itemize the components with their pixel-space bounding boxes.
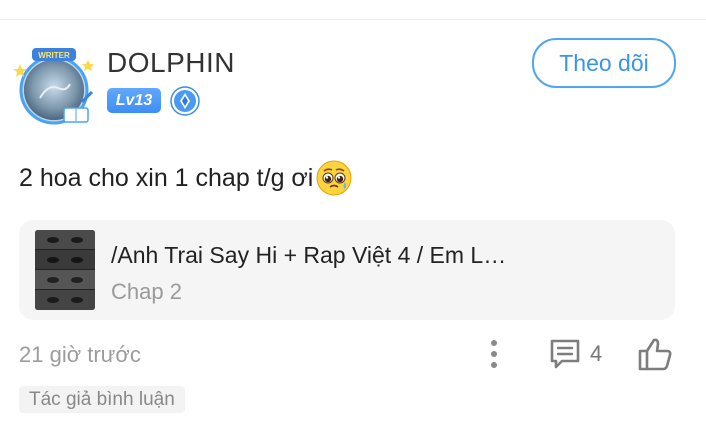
reply-count: 4 [590, 341, 603, 366]
more-vertical-icon[interactable] [480, 336, 508, 372]
chapter-card[interactable]: /Anh Trai Say Hi + Rap Việt 4 / Em L… Ch… [19, 220, 675, 320]
comment-icon [550, 339, 580, 369]
author-comment-tag: Tác giả bình luận [19, 386, 185, 413]
username[interactable]: DOLPHIN [107, 46, 235, 80]
follow-button[interactable]: Theo dõi [532, 38, 676, 88]
timestamp: 21 giờ trước [19, 342, 141, 367]
series-title: /Anh Trai Say Hi + Rap Việt 4 / Em L… [111, 242, 507, 268]
pleading-face-icon [314, 158, 354, 198]
cover-image [35, 230, 95, 310]
avatar-badge-text: WRITER [38, 51, 70, 60]
reply-button[interactable]: 4 [548, 336, 602, 372]
thumbs-up-icon[interactable] [636, 335, 674, 373]
comment-text: 2 hoa cho xin 1 chap t/g ơi [19, 164, 314, 192]
level-badge: Lv13 [107, 88, 161, 113]
comment-item: WRITER DOLPHIN Lv13 Theo dõi 2 hoa cho x… [0, 0, 706, 421]
chapter-label: Chap 2 [111, 279, 182, 304]
avatar-frame-icon: WRITER [13, 48, 94, 125]
rank-badge-icon [170, 86, 200, 116]
comment-body: 2 hoa cho xin 1 chap t/g ơi [19, 158, 354, 198]
divider [0, 19, 706, 20]
avatar[interactable]: WRITER [12, 46, 98, 126]
